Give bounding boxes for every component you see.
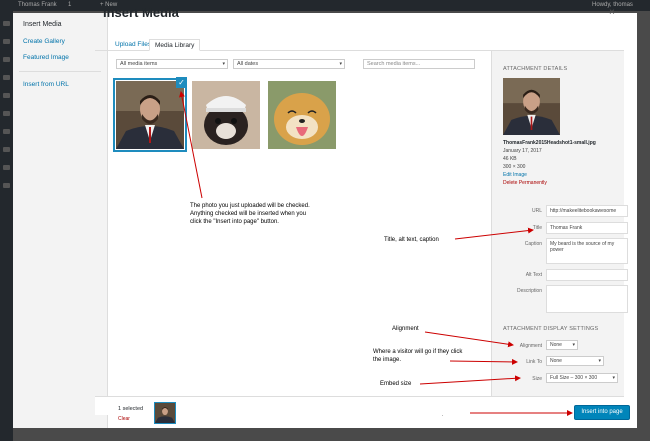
chevron-down-icon: ▾ [222, 61, 225, 67]
menu-item-insert-from-url[interactable]: Insert from URL [23, 81, 69, 88]
chevron-down-icon: ▾ [572, 342, 575, 348]
caption-label: Caption [524, 241, 542, 247]
comments-icon[interactable] [3, 93, 10, 98]
menu-title[interactable]: Insert Media [23, 21, 62, 28]
settings-icon[interactable] [3, 183, 10, 188]
url-label: URL [531, 208, 542, 214]
media-type-filter-value: All media items [120, 61, 158, 67]
link-to-select-value: None [550, 358, 562, 364]
dashboard-icon[interactable] [3, 21, 10, 26]
annotation-embed-size: Embed size [380, 381, 412, 387]
headshot-image [116, 81, 184, 149]
date-filter[interactable]: All dates ▾ [233, 59, 345, 69]
size-label: Size [532, 376, 542, 382]
appearance-icon[interactable] [3, 111, 10, 116]
annotation-link-destination: Where a visitor will go if they click th… [373, 349, 463, 363]
pages-icon[interactable] [3, 75, 10, 80]
attachment-dimensions: 300 × 300 [503, 164, 526, 170]
attachment-filesize: 46 KB [503, 156, 517, 162]
url-field[interactable]: http://makeelitebookawesome [546, 205, 628, 217]
caption-field[interactable]: My beard is the source of my power [546, 238, 628, 264]
search-input[interactable]: Search media items... [363, 59, 475, 69]
site-name[interactable]: Thomas Frank [18, 2, 57, 8]
media-type-filter[interactable]: All media items ▾ [116, 59, 228, 69]
attachment-thumbnail-dog-hat[interactable] [192, 81, 260, 149]
size-select[interactable]: Full Size – 300 × 300 ▾ [546, 373, 618, 383]
media-icon[interactable] [3, 57, 10, 62]
attachment-thumbnail-shiba[interactable] [268, 81, 336, 149]
plugins-icon[interactable] [3, 129, 10, 134]
description-label: Description [516, 288, 542, 294]
description-field[interactable] [546, 285, 628, 313]
title-field[interactable]: Thomas Frank [546, 222, 628, 234]
clear-selection-link[interactable]: Clear [118, 416, 130, 422]
comments-counter[interactable]: 1 [68, 2, 71, 8]
wp-admin-sidebar [0, 11, 13, 441]
date-filter-value: All dates [237, 61, 259, 67]
menu-item-create-gallery[interactable]: Create Gallery [23, 38, 65, 45]
chevron-down-icon: ▾ [598, 358, 601, 364]
alt-text-field[interactable] [546, 269, 628, 281]
alignment-select-value: None [550, 342, 562, 348]
delete-permanently-link[interactable]: Delete Permanently [503, 180, 547, 186]
display-settings-heading: ATTACHMENT DISPLAY SETTINGS [503, 326, 599, 332]
selected-thumbnail[interactable] [154, 402, 176, 424]
dog-with-hat-image [192, 81, 260, 149]
posts-icon[interactable] [3, 39, 10, 44]
attachment-thumbnail-headshot[interactable] [113, 78, 187, 152]
attachment-preview [503, 78, 560, 135]
media-menu: Insert Media Create Gallery Featured Ima… [13, 13, 108, 428]
alt-text-label: Alt Text [525, 272, 542, 278]
attachment-details-heading: ATTACHMENT DETAILS [503, 66, 568, 72]
chevron-down-icon: ▾ [339, 61, 342, 67]
link-to-select[interactable]: None ▾ [546, 356, 604, 366]
attachment-preview-image [503, 78, 560, 135]
link-to-label: Link To [526, 359, 542, 365]
menu-item-featured-image[interactable]: Featured Image [23, 54, 69, 61]
attachment-filename: ThomasFrank2015Headshot1-small.jpg [503, 140, 596, 146]
selected-thumbnail-image [155, 403, 175, 423]
wp-admin-bar: Thomas Frank 1 + New Howdy, thomas [0, 0, 650, 11]
modal-title: Insert Media [103, 5, 179, 20]
chevron-down-icon: ▾ [612, 375, 615, 381]
attachment-date: January 17, 2017 [503, 148, 542, 154]
title-label: Title [532, 225, 542, 231]
checkmark-icon[interactable]: ✓ [176, 77, 187, 88]
smiling-shiba-image [268, 81, 336, 149]
edit-image-link[interactable]: Edit Image [503, 172, 527, 178]
alignment-select[interactable]: None ▾ [546, 340, 578, 350]
tab-media-library[interactable]: Media Library [149, 39, 201, 51]
alignment-label: Alignment [519, 343, 542, 349]
insert-into-page-button[interactable]: Insert into page [574, 405, 630, 420]
size-select-value: Full Size – 300 × 300 [550, 375, 598, 381]
annotation-alignment: Alignment [392, 326, 419, 332]
tools-icon[interactable] [3, 165, 10, 170]
menu-divider [19, 71, 101, 72]
close-icon[interactable]: × [609, 7, 615, 18]
selection-count: 1 selected [118, 406, 144, 412]
users-icon[interactable] [3, 147, 10, 152]
annotation-photo-checked: The photo you just uploaded will be chec… [190, 203, 310, 225]
annotation-title-alt-caption: Title, alt text, caption [384, 237, 439, 243]
